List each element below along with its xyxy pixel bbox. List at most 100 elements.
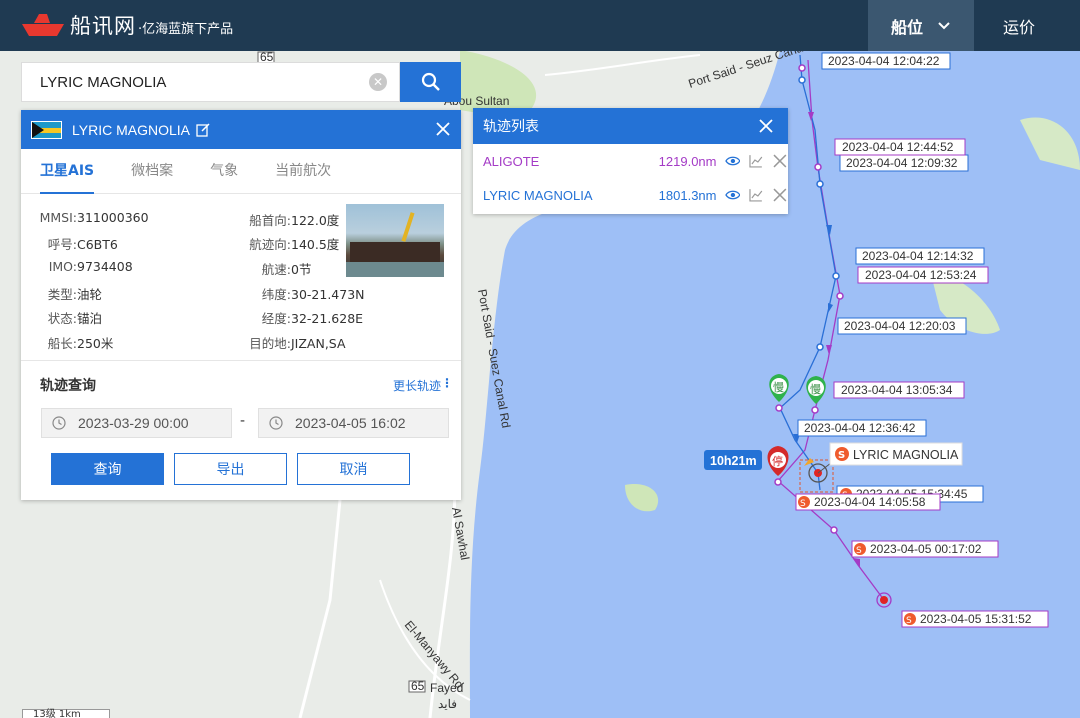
track-list-panel: 轨迹列表 ALIGOTE 1219.0nm LYRIC MAGNOLIA 180… <box>473 108 788 214</box>
close-icon[interactable] <box>758 118 774 134</box>
chart-icon[interactable] <box>748 153 764 169</box>
top-bar: 船讯网 ·亿海蓝旗下产品 船位 运价 <box>0 0 1080 51</box>
track-name: LYRIC MAGNOLIA <box>483 187 593 203</box>
svg-text:S: S <box>800 499 806 509</box>
blue-time-label: 2023-04-04 12:36:42 <box>797 419 927 437</box>
date-separator: - <box>240 413 246 429</box>
eye-icon[interactable] <box>724 153 741 169</box>
blue-track-point[interactable] <box>816 343 824 351</box>
nav-ship-label: 船位 <box>890 17 923 37</box>
export-button[interactable]: 导出 <box>174 453 287 485</box>
purple-track-point[interactable] <box>811 406 819 414</box>
aligote-position-dot <box>880 596 888 604</box>
logo[interactable]: 船讯网 ·亿海蓝旗下产品 <box>20 10 233 40</box>
route-65-bottom: 65 <box>411 679 425 693</box>
longer-track-link[interactable]: 更长轨迹 <box>393 377 441 394</box>
chevron-down-icon <box>938 21 950 29</box>
edit-icon[interactable] <box>196 122 210 137</box>
track-list-item-aligote[interactable]: ALIGOTE 1219.0nm <box>473 144 788 178</box>
purple-time-label: S 2023-04-05 00:17:02 <box>851 540 999 558</box>
purple-time-label: 2023-04-04 12:44:52 <box>834 138 966 156</box>
info-type: 类型:油轮 <box>47 287 103 302</box>
nav-freight-label: 运价 <box>1002 17 1035 37</box>
search-box: ✕ <box>21 62 400 102</box>
svg-text:2023-04-04 13:05:34: 2023-04-04 13:05:34 <box>841 383 953 397</box>
tab-satellite-ais[interactable]: 卫星AIS <box>40 149 95 194</box>
info-callsign: 呼号:C6BT6 <box>47 237 118 252</box>
purple-track-point[interactable] <box>830 526 838 534</box>
purple-track-point[interactable] <box>774 478 782 486</box>
slow-marker-label: 慢 <box>773 381 784 394</box>
purple-time-label: S 2023-04-05 15:31:52 <box>901 610 1049 628</box>
tab-micro-archive[interactable]: 微档案 <box>131 149 173 194</box>
info-heading: 船首向:122.0度 <box>249 213 340 228</box>
svg-text:S: S <box>856 546 862 556</box>
purple-track-point[interactable] <box>814 163 822 171</box>
clock-icon <box>269 416 283 430</box>
query-button[interactable]: 查询 <box>51 453 164 485</box>
ship-photo[interactable] <box>346 204 444 277</box>
slow-marker-label: 慢 <box>810 383 821 396</box>
map-scale: 13级 1km <box>22 709 110 718</box>
ship-tabs: 卫星AIS 微档案 气象 当前航次 <box>21 149 461 194</box>
nav-freight[interactable]: 运价 <box>990 0 1048 51</box>
blue-time-label: 2023-04-04 12:20:03 <box>837 317 967 335</box>
svg-text:2023-04-04 12:09:32: 2023-04-04 12:09:32 <box>846 156 958 170</box>
close-icon[interactable] <box>435 121 451 137</box>
info-length: 船长:250米 <box>47 336 114 351</box>
purple-track-point[interactable] <box>836 292 844 300</box>
blue-track-point[interactable] <box>798 76 806 84</box>
track-distance: 1801.3nm <box>658 187 717 203</box>
ship-map-label-text: LYRIC MAGNOLIA <box>853 448 959 462</box>
brand-slogan: ·亿海蓝旗下产品 <box>138 22 234 37</box>
purple-track-point[interactable] <box>798 64 806 72</box>
tab-weather[interactable]: 气象 <box>210 149 238 194</box>
clock-icon <box>52 416 66 430</box>
track-list-title: 轨迹列表 <box>483 119 539 135</box>
search-icon <box>421 72 440 91</box>
cancel-button[interactable]: 取消 <box>297 453 410 485</box>
brand-name: 船讯网 <box>70 14 136 38</box>
start-date-field[interactable]: 2023-03-29 00:00 <box>41 408 232 438</box>
info-status: 状态:锚泊 <box>47 311 103 326</box>
stop-duration-text: 10h21m <box>710 454 757 468</box>
map-label-fayed-ar: فايد <box>438 697 457 711</box>
track-list-item-lyric-magnolia[interactable]: LYRIC MAGNOLIA 1801.3nm <box>473 178 788 212</box>
eye-icon[interactable] <box>724 187 741 203</box>
more-options-icon[interactable]: ⋮ <box>441 376 453 390</box>
search-button[interactable] <box>400 62 461 102</box>
track-list-header: 轨迹列表 <box>473 108 788 144</box>
svg-text:2023-04-04 12:44:52: 2023-04-04 12:44:52 <box>842 140 954 154</box>
tab-current-voyage[interactable]: 当前航次 <box>275 149 331 194</box>
svg-text:2023-04-04 12:36:42: 2023-04-04 12:36:42 <box>804 421 916 435</box>
end-date-value: 2023-04-05 16:02 <box>295 415 406 431</box>
search-input[interactable] <box>40 73 360 91</box>
remove-icon[interactable] <box>772 153 788 169</box>
svg-text:2023-04-05 15:31:52: 2023-04-05 15:31:52 <box>920 612 1032 626</box>
end-date-field[interactable]: 2023-04-05 16:02 <box>258 408 449 438</box>
info-longitude: 经度:32-21.628E <box>261 311 364 326</box>
boat-logo-icon <box>22 14 64 36</box>
ship-name: LYRIC MAGNOLIA <box>72 121 190 138</box>
blue-time-label: 2023-04-04 12:09:32 <box>839 154 969 172</box>
svg-text:S: S <box>906 616 912 626</box>
blue-track-point[interactable] <box>816 180 824 188</box>
svg-text:2023-04-05 00:17:02: 2023-04-05 00:17:02 <box>870 542 982 556</box>
purple-time-label: S 2023-04-04 14:05:58 <box>795 493 941 511</box>
info-speed: 航速:0节 <box>261 262 312 277</box>
nav-ship-position[interactable]: 船位 <box>868 0 974 51</box>
start-date-value: 2023-03-29 00:00 <box>78 415 189 431</box>
purple-time-label: 2023-04-04 13:05:34 <box>833 381 965 399</box>
purple-track-point[interactable] <box>775 404 783 412</box>
blue-track-point[interactable] <box>832 272 840 280</box>
info-mmsi: MMSI:311000360 <box>39 210 149 225</box>
clear-search-icon[interactable]: ✕ <box>369 73 387 91</box>
bahamas-flag-icon <box>31 120 62 139</box>
blue-time-label: 2023-04-04 12:14:32 <box>855 247 985 265</box>
track-distance: 1219.0nm <box>658 153 717 169</box>
svg-text:2023-04-04 14:05:58: 2023-04-04 14:05:58 <box>814 495 926 509</box>
chart-icon[interactable] <box>748 187 764 203</box>
svg-text:2023-04-04 12:53:24: 2023-04-04 12:53:24 <box>865 268 977 282</box>
track-name: ALIGOTE <box>483 153 540 169</box>
remove-icon[interactable] <box>772 187 788 203</box>
